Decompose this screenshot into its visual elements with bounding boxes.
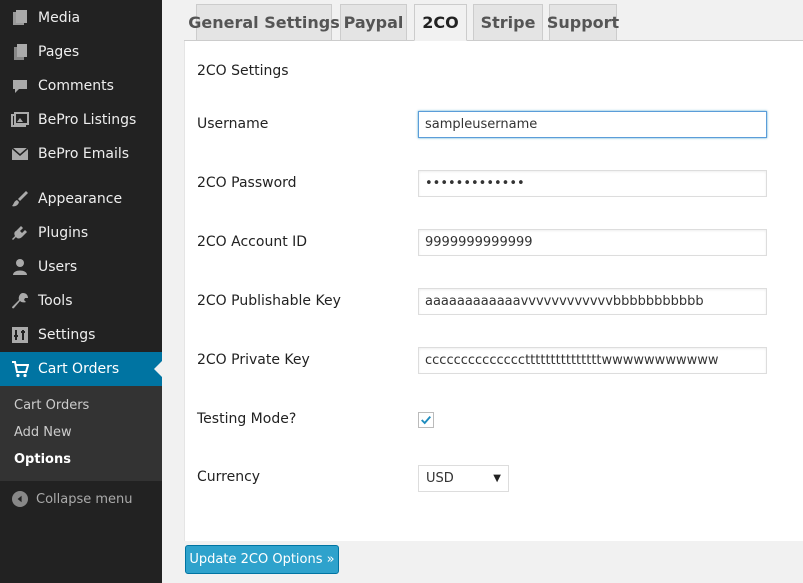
password-input[interactable] — [418, 170, 767, 197]
cart-icon — [0, 360, 38, 378]
paintbrush-icon — [0, 190, 38, 208]
tab-paypal[interactable]: Paypal — [340, 4, 407, 41]
submenu-item-options[interactable]: Options — [14, 452, 71, 467]
currency-label: Currency — [197, 469, 261, 485]
account-id-input[interactable] — [418, 229, 767, 256]
private-key-label: 2CO Private Key — [197, 352, 310, 368]
tab-stripe[interactable]: Stripe — [473, 4, 543, 41]
sidebar-item-media[interactable]: Media — [0, 1, 162, 35]
admin-sidebar: Media Pages Comments BePro Listings BePr… — [0, 0, 162, 583]
sidebar-item-label: Cart Orders — [38, 361, 120, 377]
sidebar-item-label: Settings — [38, 327, 96, 343]
sidebar-item-pages[interactable]: Pages — [0, 35, 162, 69]
private-key-input[interactable] — [418, 347, 767, 374]
dropdown-arrow-icon: ▼ — [493, 473, 501, 484]
collapse-arrow-icon — [12, 491, 28, 507]
testing-mode-checkbox[interactable] — [418, 412, 434, 428]
submenu-item-cart-orders[interactable]: Cart Orders — [14, 398, 89, 413]
sidebar-item-label: Plugins — [38, 225, 89, 241]
pages-icon — [0, 43, 38, 61]
settings-panel: 2CO Settings Username 2CO Password 2CO A… — [184, 41, 803, 541]
tab-general-settings[interactable]: General Settings — [188, 4, 340, 41]
sidebar-item-plugins[interactable]: Plugins — [0, 216, 162, 250]
sidebar-item-label: BePro Emails — [38, 146, 130, 162]
checkmark-icon — [421, 415, 431, 425]
sidebar-item-label: Pages — [38, 44, 80, 60]
sliders-icon — [0, 326, 38, 344]
user-icon — [0, 258, 38, 276]
tab-support[interactable]: Support — [547, 4, 619, 41]
tab-2co[interactable]: 2CO — [414, 4, 467, 41]
wrench-icon — [0, 292, 38, 310]
sidebar-item-label: Tools — [38, 293, 73, 309]
collapse-menu-button[interactable]: Collapse menu — [0, 488, 162, 510]
sidebar-item-tools[interactable]: Tools — [0, 284, 162, 318]
sidebar-item-cart-orders[interactable]: Cart Orders — [0, 352, 162, 386]
currency-select[interactable]: USD ▼ — [418, 465, 509, 492]
password-label: 2CO Password — [197, 175, 297, 191]
plug-icon — [0, 224, 38, 242]
sidebar-item-appearance[interactable]: Appearance — [0, 182, 162, 216]
sidebar-item-label: Appearance — [38, 191, 123, 207]
account-id-label: 2CO Account ID — [197, 234, 308, 250]
sidebar-item-comments[interactable]: Comments — [0, 69, 162, 103]
sidebar-item-bepro-listings[interactable]: BePro Listings — [0, 103, 162, 137]
sidebar-item-label: Users — [38, 259, 78, 275]
cart-orders-submenu: Cart Orders Add New Options — [0, 386, 162, 481]
sidebar-item-label: Comments — [38, 78, 114, 94]
sidebar-item-label: BePro Listings — [38, 112, 137, 128]
collapse-menu-label: Collapse menu — [36, 491, 133, 507]
sidebar-item-settings[interactable]: Settings — [0, 318, 162, 352]
publishable-key-input[interactable] — [418, 288, 767, 315]
main-content: General Settings Paypal 2CO Stripe Suppo… — [162, 0, 803, 583]
panel-title: 2CO Settings — [197, 63, 289, 79]
gallery-icon — [0, 111, 38, 129]
comments-icon — [0, 77, 38, 95]
currency-selected-value: USD — [426, 471, 454, 486]
email-icon — [0, 145, 38, 163]
media-icon — [0, 9, 38, 27]
sidebar-item-bepro-emails[interactable]: BePro Emails — [0, 137, 162, 171]
publishable-key-label: 2CO Publishable Key — [197, 293, 341, 309]
testing-mode-label: Testing Mode? — [197, 411, 297, 427]
username-input[interactable] — [418, 111, 767, 138]
update-2co-options-button[interactable]: Update 2CO Options » — [185, 545, 339, 574]
sidebar-item-users[interactable]: Users — [0, 250, 162, 284]
username-label: Username — [197, 116, 269, 132]
submenu-item-add-new[interactable]: Add New — [14, 425, 72, 440]
sidebar-item-label: Media — [38, 10, 81, 26]
